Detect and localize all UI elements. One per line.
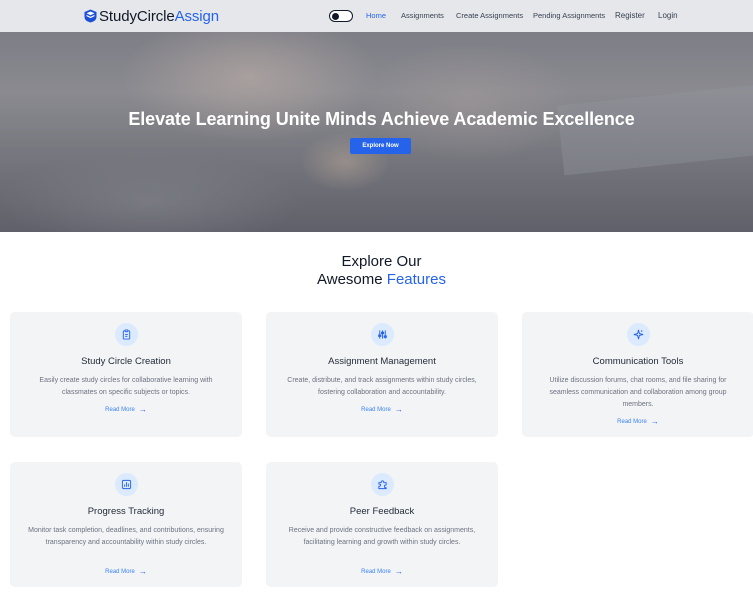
theme-toggle[interactable] bbox=[329, 10, 353, 22]
read-more-link[interactable]: Read More → bbox=[266, 405, 498, 414]
arrow-right-icon: → bbox=[138, 405, 147, 414]
arrow-right-icon: → bbox=[394, 405, 403, 414]
nav-create-assignments-link[interactable]: Create Assignments bbox=[456, 11, 523, 20]
hero-title: Elevate Learning Unite Minds Achieve Aca… bbox=[128, 109, 635, 129]
features-heading: Explore Our Awesome Features bbox=[0, 253, 753, 289]
features-heading-plain: Awesome bbox=[317, 271, 383, 288]
feature-card-progress-tracking: Progress Tracking Monitor task completio… bbox=[10, 462, 242, 587]
read-more-link[interactable]: Read More → bbox=[522, 417, 753, 426]
arrow-right-icon: → bbox=[394, 567, 403, 576]
hero-background-shape bbox=[0, 152, 300, 232]
card-description: Create, distribute, and track assignment… bbox=[287, 377, 477, 396]
theme-toggle-knob bbox=[332, 12, 339, 20]
features-heading-line2: Awesome Features bbox=[0, 271, 753, 289]
feature-card-communication-tools: Communication Tools Utilize discussion f… bbox=[522, 312, 753, 437]
read-more-label: Read More bbox=[617, 418, 647, 425]
nav-assignments-link[interactable]: Assignments bbox=[401, 11, 444, 20]
explore-now-button[interactable]: Explore Now bbox=[350, 138, 411, 154]
card-title: Progress Tracking bbox=[87, 506, 165, 517]
sparkle-icon bbox=[627, 323, 650, 346]
arrow-right-icon: → bbox=[650, 417, 659, 426]
top-navbar: StudyCircleAssign Home Assignments Creat… bbox=[0, 0, 753, 32]
read-more-label: Read More bbox=[105, 406, 135, 413]
feature-card-assignment-management: Assignment Management Create, distribute… bbox=[266, 312, 498, 437]
card-description: Utilize discussion forums, chat rooms, a… bbox=[549, 377, 727, 408]
clipboard-icon bbox=[115, 323, 138, 346]
read-more-link[interactable]: Read More → bbox=[10, 567, 242, 576]
read-more-label: Read More bbox=[361, 406, 391, 413]
features-heading-line1: Explore Our bbox=[341, 253, 422, 270]
feature-card-peer-feedback: Peer Feedback Receive and provide constr… bbox=[266, 462, 498, 587]
puzzle-icon bbox=[371, 473, 394, 496]
nav-home-link[interactable]: Home bbox=[366, 11, 386, 20]
brand-name-study: StudyCircle bbox=[99, 7, 175, 25]
hero-banner: Elevate Learning Unite Minds Achieve Aca… bbox=[0, 32, 753, 232]
sliders-icon bbox=[371, 323, 394, 346]
read-more-label: Read More bbox=[361, 568, 391, 575]
card-title: Assignment Management bbox=[328, 356, 436, 367]
card-title: Study Circle Creation bbox=[81, 356, 171, 367]
card-title: Communication Tools bbox=[592, 356, 684, 367]
read-more-link[interactable]: Read More → bbox=[10, 405, 242, 414]
arrow-right-icon: → bbox=[138, 567, 147, 576]
card-title: Peer Feedback bbox=[349, 506, 415, 517]
card-description: Receive and provide constructive feedbac… bbox=[288, 527, 476, 546]
card-description: Monitor task completion, deadlines, and … bbox=[28, 527, 224, 546]
nav-register-link[interactable]: Register bbox=[615, 11, 645, 20]
card-description: Easily create study circles for collabor… bbox=[39, 377, 213, 396]
brand-name-assign: Assign bbox=[174, 7, 220, 25]
nav-pending-assignments-link[interactable]: Pending Assignments bbox=[533, 11, 605, 20]
brand-logo[interactable]: StudyCircleAssign bbox=[84, 6, 219, 26]
feature-card-study-circle-creation: Study Circle Creation Easily create stud… bbox=[10, 312, 242, 437]
read-more-label: Read More bbox=[105, 568, 135, 575]
features-heading-accent: Features bbox=[386, 271, 446, 288]
brand-shield-icon bbox=[84, 9, 97, 23]
nav-login-link[interactable]: Login bbox=[658, 11, 678, 20]
bar-chart-icon bbox=[115, 473, 138, 496]
read-more-link[interactable]: Read More → bbox=[266, 567, 498, 576]
